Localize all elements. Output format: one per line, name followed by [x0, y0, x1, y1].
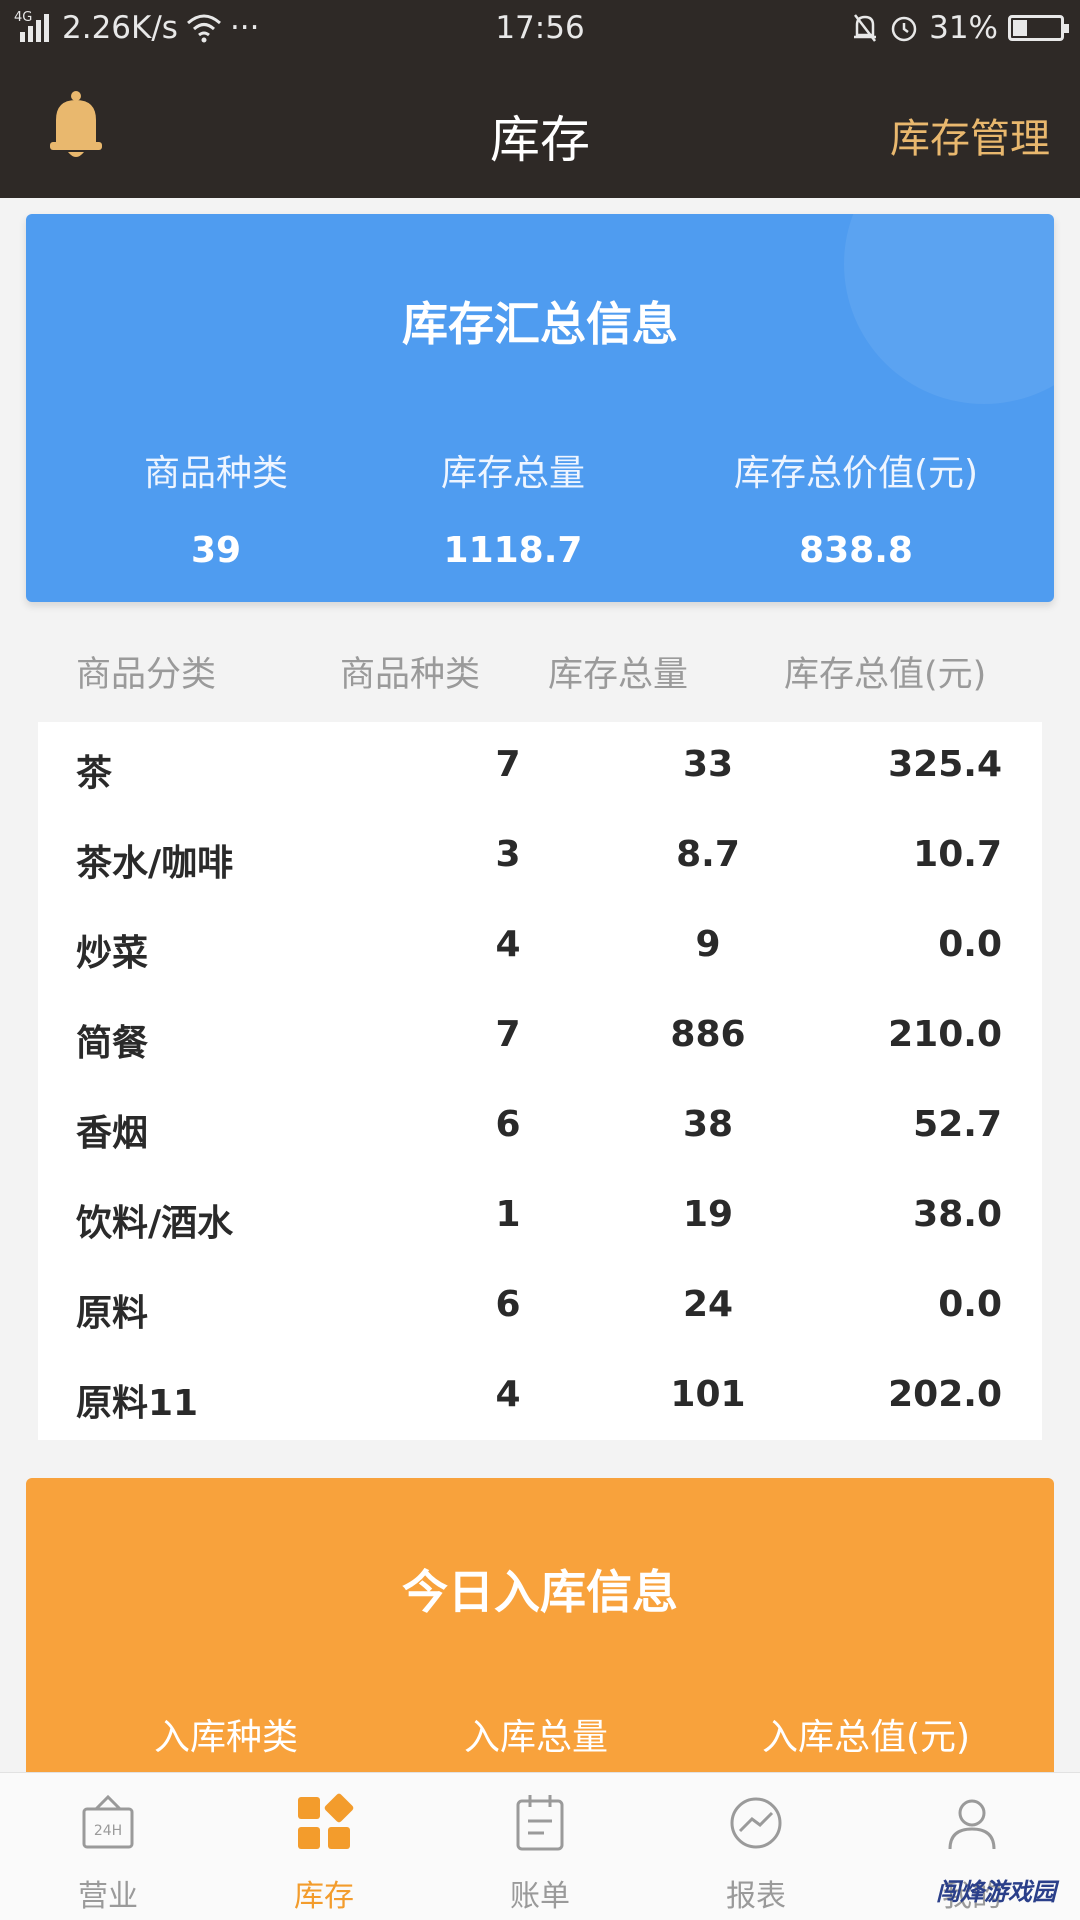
tab-bills[interactable]: 账单 [432, 1773, 648, 1920]
cell-category: 原料 [76, 1293, 149, 1334]
cell-kinds: 7 [495, 1014, 521, 1055]
tab-label: 账单 [510, 1879, 570, 1914]
cell-qty: 38 [682, 1104, 734, 1145]
stat-value: 39 [190, 530, 242, 571]
col-category: 商品分类 [76, 655, 217, 695]
cell-category: 饮料/酒水 [76, 1203, 234, 1244]
cell-value: 38.0 [913, 1194, 1002, 1235]
cell-qty: 33 [682, 744, 734, 785]
stat-label: 库存总量 [440, 453, 585, 494]
inventory-grid-icon [298, 1793, 354, 1849]
stat-kinds: 商品种类 39 [66, 444, 366, 571]
bottom-tab-bar: 24H 营业 库存 账单 报表 我的 [0, 1772, 1080, 1920]
table-row[interactable]: 茶水/咖啡 3 8.7 10.7 [38, 812, 1042, 902]
status-right: 31% [851, 10, 1069, 46]
report-icon [730, 1797, 782, 1849]
cell-category: 炒菜 [76, 933, 149, 974]
cell-value: 0.0 [938, 1284, 1002, 1325]
cell-category: 茶 [76, 753, 113, 794]
cell-kinds: 6 [495, 1284, 521, 1325]
cell-category: 简餐 [76, 1023, 149, 1064]
cell-qty: 8.7 [676, 834, 740, 875]
stat-label: 商品种类 [143, 453, 288, 494]
tab-label: 报表 [726, 1879, 786, 1914]
stat-value: 838.8 [799, 530, 913, 571]
stat-total-value: 库存总价值(元) 838.8 [686, 444, 1026, 571]
alarm-icon [891, 16, 917, 42]
shop-24h-icon: 24H [82, 1794, 134, 1849]
cell-qty: 101 [670, 1374, 746, 1415]
cell-value: 202.0 [888, 1374, 1002, 1415]
bell-muted-icon [854, 14, 877, 42]
today-label-qty: 入库总量 [463, 1717, 608, 1758]
today-label-kinds: 入库种类 [153, 1717, 298, 1758]
app-header: 库存 库存管理 [0, 62, 1080, 198]
col-value: 库存总值(元) [784, 655, 987, 695]
tab-label: 库存 [294, 1879, 354, 1914]
today-title: 今日入库信息 [402, 1565, 678, 1619]
cell-category: 茶水/咖啡 [76, 843, 234, 884]
table-row[interactable]: 香烟 6 38 52.7 [38, 1082, 1042, 1172]
stat-total-qty: 库存总量 1118.7 [363, 444, 663, 571]
cell-category: 香烟 [76, 1113, 149, 1154]
tab-label: 营业 [78, 1879, 138, 1914]
table-row[interactable]: 饮料/酒水 1 19 38.0 [38, 1172, 1042, 1262]
tab-reports[interactable]: 报表 [648, 1773, 864, 1920]
table-row[interactable]: 原料 6 24 0.0 [38, 1262, 1042, 1352]
tab-business[interactable]: 24H 营业 [0, 1773, 216, 1920]
cell-qty: 886 [670, 1014, 746, 1055]
cell-value: 210.0 [888, 1014, 1002, 1055]
today-stock-card: 今日入库信息 入库种类 入库总量 入库总值(元) [26, 1478, 1054, 1788]
col-qty: 库存总量 [548, 655, 689, 695]
inventory-table: 茶 7 33 325.4 茶水/咖啡 3 8.7 10.7 炒菜 4 9 0.0… [38, 722, 1042, 1440]
bill-icon [516, 1795, 564, 1851]
stat-label: 库存总价值(元) [733, 453, 979, 494]
today-label-value: 入库总值(元) [761, 1717, 971, 1758]
cell-value: 325.4 [888, 744, 1002, 785]
cell-kinds: 6 [495, 1104, 521, 1145]
cell-kinds: 4 [495, 1374, 521, 1415]
tab-inventory[interactable]: 库存 [216, 1773, 432, 1920]
user-icon [948, 1799, 996, 1850]
table-row[interactable]: 炒菜 4 9 0.0 [38, 902, 1042, 992]
cell-kinds: 1 [495, 1194, 521, 1235]
summary-card: 库存汇总信息 商品种类 39 库存总量 1118.7 库存总价值(元) 838.… [26, 214, 1054, 602]
cell-kinds: 4 [495, 924, 521, 965]
summary-title: 库存汇总信息 [402, 297, 678, 351]
battery-icon [1008, 15, 1069, 41]
status-bar: 4G 2.26K/s ··· 17:56 31% [0, 0, 1080, 62]
cell-qty: 19 [682, 1194, 734, 1235]
cell-value: 52.7 [913, 1104, 1002, 1145]
cell-value: 10.7 [913, 834, 1002, 875]
inventory-manage-button[interactable]: 库存管理 [890, 106, 1050, 164]
cell-value: 0.0 [938, 924, 1002, 965]
cell-kinds: 3 [495, 834, 521, 875]
table-row[interactable]: 原料11 4 101 202.0 [38, 1352, 1042, 1442]
table-row[interactable]: 简餐 7 886 210.0 [38, 992, 1042, 1082]
table-row[interactable]: 茶 7 33 325.4 [38, 722, 1042, 812]
cell-kinds: 7 [495, 744, 521, 785]
col-kinds: 商品种类 [340, 655, 481, 695]
svg-text:24H: 24H [94, 1823, 122, 1839]
table-header: 商品分类 商品种类 库存总量 库存总值(元) [0, 646, 1080, 696]
stat-value: 1118.7 [443, 530, 583, 571]
cell-category: 原料11 [76, 1383, 199, 1424]
watermark-text: 闯烽游戏园 [936, 1878, 1056, 1906]
cell-qty: 24 [682, 1284, 734, 1325]
cell-qty: 9 [695, 924, 721, 965]
battery-percent: 31% [929, 10, 998, 46]
